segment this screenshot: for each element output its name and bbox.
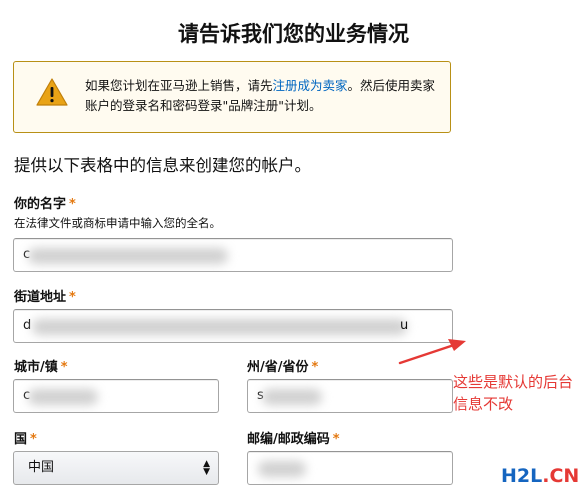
redaction-blur xyxy=(32,319,407,335)
city-label: 城市/镇 * xyxy=(14,356,68,375)
postal-input[interactable] xyxy=(247,451,453,485)
required-mark: * xyxy=(30,432,37,447)
country-selected-value: 中国 xyxy=(28,460,55,475)
name-hint: 在法律文件或商标申请中输入您的全名。 xyxy=(14,216,221,230)
state-input[interactable]: s xyxy=(247,379,453,413)
street-input[interactable]: d u xyxy=(13,309,453,343)
register-seller-link[interactable]: 注册成为卖家 xyxy=(273,78,348,93)
name-label-text: 你的名字 xyxy=(14,197,67,212)
country-select[interactable]: 中国 ▲ ▼ xyxy=(13,451,219,485)
annotation-arrow-icon xyxy=(398,339,466,365)
info-alert: 如果您计划在亚马逊上销售，请先注册成为卖家。然后使用卖家账户的登录名和密码登录"… xyxy=(13,61,451,133)
watermark-part-a: H2L xyxy=(501,465,543,487)
redaction-blur xyxy=(28,248,228,264)
street-input-value: d xyxy=(23,318,32,333)
form-intro: 提供以下表格中的信息来创建您的帐户。 xyxy=(14,156,311,175)
postal-label-text: 邮编/邮政编码 xyxy=(247,432,330,447)
annotation-note: 这些是默认的后台信息不改 xyxy=(453,373,574,413)
required-mark: * xyxy=(311,360,319,375)
name-label: 你的名字 * xyxy=(14,193,76,212)
postal-label: 邮编/邮政编码 * xyxy=(247,428,340,447)
redaction-blur xyxy=(258,461,306,477)
redaction-blur xyxy=(262,389,322,405)
country-label-text: 国 xyxy=(14,432,28,447)
required-mark: * xyxy=(69,290,76,305)
alert-message: 如果您计划在亚马逊上销售，请先注册成为卖家。然后使用卖家账户的登录名和密码登录"… xyxy=(85,76,445,116)
street-label: 街道地址 * xyxy=(14,286,76,305)
watermark-part-b: .CN xyxy=(542,465,580,487)
street-label-text: 街道地址 xyxy=(14,290,67,305)
required-mark: * xyxy=(60,360,68,375)
warning-icon xyxy=(36,78,68,106)
country-label: 国 * xyxy=(14,428,37,447)
city-input[interactable]: c xyxy=(13,379,219,413)
alert-text-before: 如果您计划在亚马逊上销售，请先 xyxy=(85,78,273,93)
name-input[interactable]: c xyxy=(13,238,453,272)
site-watermark: H2L.CN xyxy=(501,465,579,487)
page-title: 请告诉我们您的业务情况 xyxy=(178,22,409,46)
redaction-blur xyxy=(28,389,98,405)
state-label: 州/省/省份 * xyxy=(247,356,318,375)
city-label-text: 城市/镇 xyxy=(14,360,58,375)
required-mark: * xyxy=(69,197,76,212)
state-label-text: 州/省/省份 xyxy=(247,360,309,375)
required-mark: * xyxy=(332,432,340,447)
select-arrows-icon: ▲ ▼ xyxy=(203,459,210,477)
